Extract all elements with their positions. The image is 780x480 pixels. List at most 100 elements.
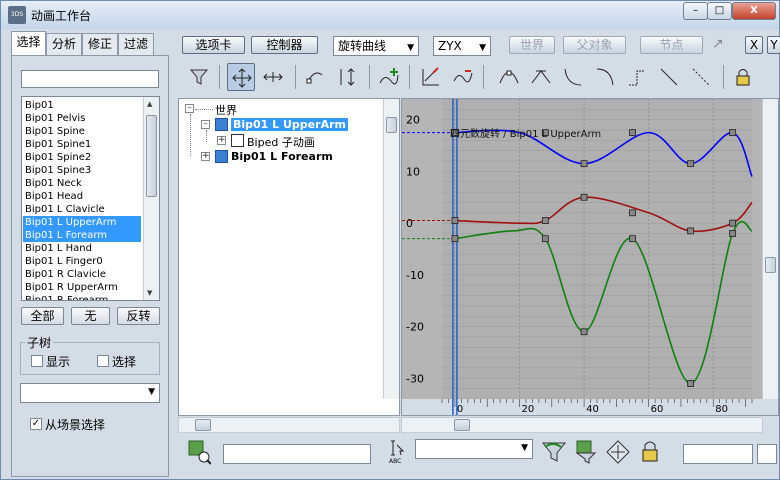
- scrollbar-thumb[interactable]: [146, 115, 157, 197]
- bone-node-icon: [215, 118, 228, 131]
- list-item[interactable]: Bip01 Pelvis: [23, 112, 141, 125]
- axis-order-dropdown[interactable]: ZYX ▼: [433, 36, 491, 56]
- object-filter-input[interactable]: [21, 70, 159, 88]
- key-value-dropdown[interactable]: ▼: [415, 439, 533, 459]
- lock-selection-icon[interactable]: [637, 439, 663, 465]
- tree-scrollbar[interactable]: [383, 99, 399, 399]
- separator: [295, 65, 296, 89]
- x-axis-button[interactable]: X: [745, 36, 763, 54]
- tangent-linear-icon[interactable]: [655, 63, 683, 91]
- x-tick-label: 20: [522, 404, 535, 415]
- tree-node-biped-subanim[interactable]: Biped 子动画: [247, 134, 315, 150]
- list-item[interactable]: Bip01 R Clavicle: [23, 268, 141, 281]
- list-item[interactable]: Bip01 Head: [23, 190, 141, 203]
- select-checkbox[interactable]: [97, 355, 109, 367]
- move-horizontal-icon[interactable]: [259, 63, 287, 91]
- tangent-custom-icon[interactable]: [527, 63, 555, 91]
- zoom-selected-icon[interactable]: [187, 439, 212, 465]
- maximize-button[interactable]: □: [707, 2, 732, 20]
- select-none-button[interactable]: 无: [71, 307, 110, 325]
- tangent-auto-icon[interactable]: [495, 63, 523, 91]
- collapse-icon[interactable]: –: [185, 104, 194, 113]
- slide-keys-icon[interactable]: [301, 63, 329, 91]
- curve-horizontal-scrollbar[interactable]: [401, 417, 763, 433]
- axis-order-value: ZYX: [438, 39, 462, 53]
- listbox-scrollbar[interactable]: ▲ ▼: [143, 97, 159, 300]
- status-extra-field[interactable]: [757, 444, 777, 464]
- parent-button[interactable]: 父对象: [563, 36, 626, 54]
- y-axis-strip: [402, 99, 442, 399]
- y-axis-button[interactable]: Y: [767, 36, 780, 54]
- arrow-up-right-icon[interactable]: ↗: [712, 36, 724, 52]
- list-item[interactable]: Bip01 L Clavicle: [23, 203, 141, 216]
- tab-select[interactable]: 选择: [11, 31, 46, 56]
- list-item[interactable]: Bip01 R UpperArm: [23, 281, 141, 294]
- tree-root-world[interactable]: 世界: [215, 102, 237, 118]
- show-checkbox[interactable]: [31, 355, 43, 367]
- scroll-down-icon[interactable]: ▼: [147, 289, 152, 297]
- move-keys-icon[interactable]: [227, 63, 255, 91]
- list-item[interactable]: Bip01 L Hand: [23, 242, 141, 255]
- scrollbar-thumb[interactable]: [454, 419, 470, 431]
- list-item[interactable]: Bip01 Spine3: [23, 164, 141, 177]
- y-tick-label: -30: [406, 372, 424, 385]
- filter-selected-icon[interactable]: [573, 439, 599, 465]
- scale-values-icon[interactable]: [333, 63, 361, 91]
- list-item[interactable]: Bip01 Spine: [23, 125, 141, 138]
- draw-curve-icon[interactable]: [417, 63, 445, 91]
- key-marker: [629, 209, 636, 217]
- tab-analyze[interactable]: 分析: [46, 33, 82, 55]
- expand-icon[interactable]: +: [201, 152, 210, 161]
- list-item[interactable]: Bip01 L UpperArm: [23, 216, 141, 229]
- left-dropdown[interactable]: ▼: [20, 383, 160, 403]
- title-bar[interactable]: 3DS 动画工作台 – □ X: [1, 1, 779, 29]
- tree-node-forearm[interactable]: Bip01 L Forearm: [231, 150, 333, 163]
- curve-editor[interactable]: 20 10 0 -10 -20 -30 0 20 40 60 80 四元数旋转 / Bip01 L U…: [401, 98, 779, 416]
- list-item[interactable]: Bip01 R Forearm: [23, 294, 141, 300]
- controller-button[interactable]: 控制器: [251, 36, 318, 54]
- frame-all-icon[interactable]: [605, 439, 631, 465]
- selection-name-field[interactable]: [223, 444, 371, 464]
- controller-tree-panel[interactable]: – 世界 – Bip01 L UpperArm + Biped 子动画 + Bi…: [178, 98, 400, 416]
- curve-vertical-scrollbar[interactable]: [762, 99, 778, 399]
- node-button[interactable]: 节点: [640, 36, 703, 54]
- list-item[interactable]: Bip01 Spine2: [23, 151, 141, 164]
- y-tick-label: -20: [406, 321, 424, 334]
- list-item[interactable]: Bip01 Neck: [23, 177, 141, 190]
- tree-horizontal-scrollbar[interactable]: [178, 417, 400, 433]
- filter-icon[interactable]: [185, 63, 213, 91]
- expand-icon[interactable]: +: [217, 136, 226, 145]
- filter-curve-icon[interactable]: [541, 439, 567, 465]
- tangent-step-icon[interactable]: [623, 63, 651, 91]
- tangent-fast-icon[interactable]: [559, 63, 587, 91]
- list-item[interactable]: Bip01 L Finger0: [23, 255, 141, 268]
- scrollbar-thumb[interactable]: [386, 117, 397, 133]
- world-button[interactable]: 世界: [509, 36, 555, 54]
- scroll-up-icon[interactable]: ▲: [147, 100, 152, 108]
- tangent-slow-icon[interactable]: [591, 63, 619, 91]
- curve-graph[interactable]: 20 10 0 -10 -20 -30 0 20 40 60 80 四元数旋转 / Bip01 L U…: [402, 98, 778, 415]
- scrollbar-thumb[interactable]: [195, 419, 211, 431]
- object-listbox[interactable]: Bip01 Bip01 Pelvis Bip01 Spine Bip01 Spine1…: [21, 96, 160, 301]
- select-invert-button[interactable]: 反转: [117, 307, 160, 325]
- tree-node-upperarm[interactable]: Bip01 L UpperArm: [231, 118, 348, 131]
- tab-fix[interactable]: 修正: [82, 33, 118, 55]
- select-all-button[interactable]: 全部: [21, 307, 64, 325]
- reduce-keys-icon[interactable]: [449, 63, 477, 91]
- collapse-icon[interactable]: –: [201, 120, 210, 129]
- status-value-field[interactable]: [683, 444, 753, 464]
- list-item[interactable]: Bip01 L Forearm: [23, 229, 141, 242]
- minimize-button[interactable]: –: [683, 2, 708, 20]
- scene-select-checkbox[interactable]: ✓: [30, 418, 42, 430]
- text-cursor-icon[interactable]: ABC: [389, 439, 407, 469]
- curve-mode-dropdown[interactable]: 旋转曲线 ▼: [333, 36, 419, 56]
- scrollbar-thumb[interactable]: [765, 257, 776, 273]
- list-item[interactable]: Bip01: [23, 99, 141, 112]
- tab-filter[interactable]: 过滤: [118, 33, 154, 55]
- add-key-icon[interactable]: [375, 63, 403, 91]
- lock-tangents-icon[interactable]: [729, 63, 757, 91]
- tab-button[interactable]: 选项卡: [182, 36, 245, 54]
- list-item[interactable]: Bip01 Spine1: [23, 138, 141, 151]
- close-button[interactable]: X: [732, 2, 776, 20]
- tangent-smooth-icon[interactable]: [687, 63, 715, 91]
